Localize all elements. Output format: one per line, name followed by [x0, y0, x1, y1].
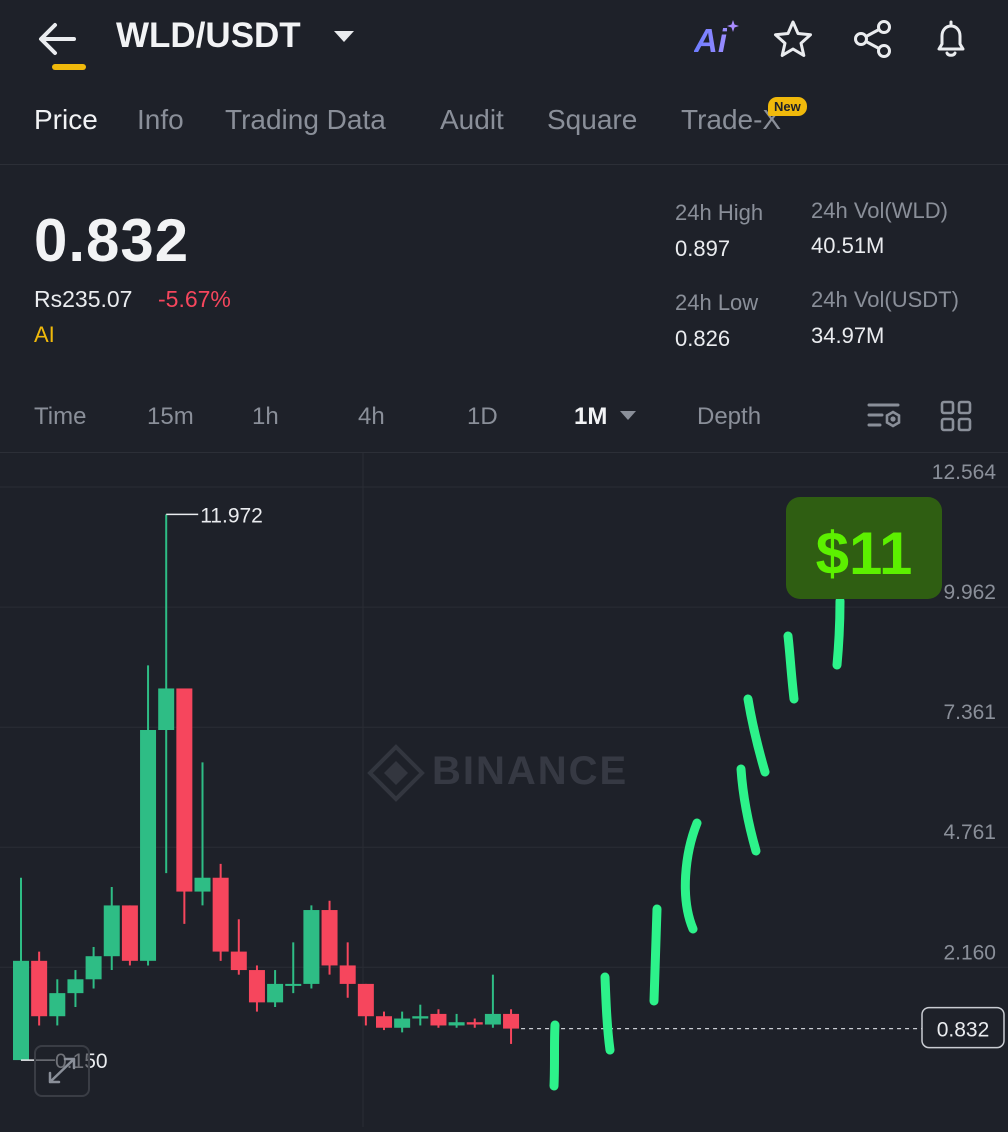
annotation-stroke: [600, 972, 615, 1055]
candle-down: [212, 877, 229, 952]
tab-square[interactable]: Square: [547, 104, 637, 136]
vol-base-label: 24h Vol(WLD): [811, 198, 948, 223]
last-price: 0.832: [34, 207, 190, 274]
layout-grid-icon[interactable]: [940, 400, 972, 432]
candle-up: [267, 983, 284, 1003]
candle-down: [430, 1013, 447, 1026]
section-tabs: Price Info Trading Data Audit Square Tra…: [0, 92, 1008, 165]
candle-up: [484, 1013, 501, 1025]
candle-down: [121, 905, 138, 961]
tab-info[interactable]: Info: [137, 104, 184, 136]
watermark-text: BINANCE: [432, 749, 628, 793]
chart-canvas[interactable]: BINANCE 11.9720.1500.832 $11 12.5649.962…: [0, 453, 1008, 1127]
target-label: $11: [816, 520, 913, 587]
timeframe-time[interactable]: Time: [34, 403, 86, 431]
candle-up: [85, 956, 102, 980]
indicator-settings-icon[interactable]: [866, 398, 906, 434]
candle-up: [303, 910, 320, 984]
fiat-price: Rs235.07: [34, 286, 133, 312]
timeframe-4h[interactable]: 4h: [358, 403, 385, 431]
annotation-stroke: [832, 596, 845, 670]
bell-icon[interactable]: [930, 18, 972, 60]
candle-down: [339, 965, 356, 984]
annotation-stroke: [549, 1020, 560, 1091]
candle-down: [321, 910, 338, 966]
y-axis-label: 2.160: [943, 941, 996, 964]
low-label: 24h Low: [675, 290, 759, 315]
tab-trade-x[interactable]: Trade-X: [681, 104, 781, 136]
ai-icon[interactable]: Ai: [694, 22, 727, 60]
y-axis-label: 9.962: [943, 581, 996, 604]
low-value: 0.826: [675, 326, 731, 351]
vol-quote-value: 34.97M: [811, 323, 885, 348]
candle-down: [31, 960, 48, 1017]
trading-pair-title[interactable]: WLD/USDT: [116, 16, 301, 56]
high-marker-label: 11.972: [200, 504, 263, 527]
annotation-stroke: [649, 904, 662, 1006]
binance-watermark: BINANCE: [367, 744, 628, 802]
vol-quote-label: 24h Vol(USDT): [811, 287, 959, 312]
timeframe-15m[interactable]: 15m: [147, 403, 194, 431]
candle-up: [140, 730, 157, 961]
candle-down: [503, 1013, 520, 1029]
candle-up: [13, 960, 29, 1061]
candlestick-chart[interactable]: BINANCE 11.9720.1500.832 $11 12.5649.962…: [0, 452, 1008, 1127]
annotation-stroke: [736, 764, 761, 856]
timeframe-1h[interactable]: 1h: [252, 403, 279, 431]
ai-tag[interactable]: AI: [34, 322, 55, 348]
timeframe-1m[interactable]: 1M: [574, 403, 607, 431]
annotation-stroke: [680, 818, 702, 934]
candle-down: [248, 970, 265, 1003]
candle-down: [466, 1022, 483, 1025]
tab-price[interactable]: Price: [34, 104, 98, 136]
candle-down: [230, 951, 247, 971]
price-change-percent: -5.67%: [158, 286, 231, 312]
tab-trading-data[interactable]: Trading Data: [225, 104, 386, 136]
candle-down: [376, 1016, 392, 1028]
star-icon[interactable]: [772, 18, 814, 60]
y-axis-label: 4.761: [943, 821, 996, 844]
candle-up: [158, 688, 175, 731]
share-icon[interactable]: [852, 18, 894, 60]
back-arrow-icon[interactable]: [36, 20, 78, 58]
ai-sparkle-icon: [727, 20, 739, 32]
candle-up: [194, 877, 211, 892]
pair-dropdown-caret-icon[interactable]: [334, 31, 354, 42]
top-bar: WLD/USDT Ai: [0, 0, 1008, 80]
new-badge: New: [768, 97, 807, 116]
active-tab-indicator: [52, 64, 86, 70]
timeframe-depth[interactable]: Depth: [697, 403, 761, 431]
high-value: 0.897: [675, 236, 731, 261]
tab-audit[interactable]: Audit: [440, 104, 504, 136]
annotation-stroke: [743, 694, 770, 777]
high-label: 24h High: [675, 200, 764, 225]
candle-up: [67, 979, 84, 994]
annotation-stroke: [783, 631, 799, 704]
vol-base-value: 40.51M: [811, 233, 885, 258]
candle-down: [176, 688, 193, 892]
candle-up: [394, 1018, 411, 1028]
candle-up: [49, 993, 66, 1017]
candle-up: [285, 983, 302, 986]
candle-down: [357, 983, 374, 1017]
candle-up: [103, 905, 120, 957]
current-price-label: 0.832: [937, 1019, 990, 1042]
y-axis-label: 12.564: [932, 461, 997, 484]
timeframe-more-caret-icon[interactable]: [620, 411, 636, 420]
y-axis-label: 7.361: [943, 701, 996, 724]
timeframe-1d[interactable]: 1D: [467, 403, 498, 431]
fullscreen-button[interactable]: [34, 1045, 90, 1097]
expand-arrows-icon: [48, 1057, 76, 1084]
candle-up: [412, 1016, 429, 1019]
candle-up: [448, 1022, 465, 1026]
